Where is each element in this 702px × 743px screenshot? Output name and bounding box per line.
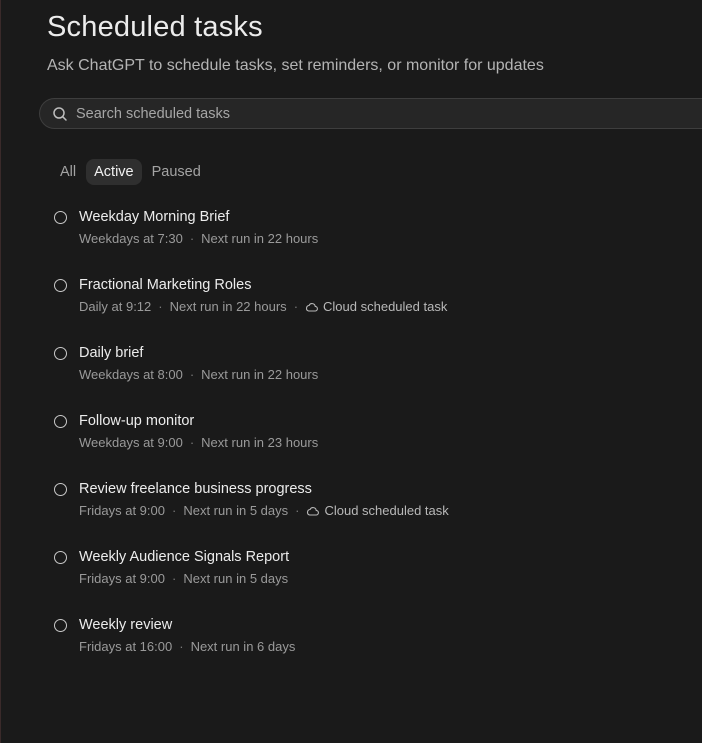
- task-next-run: Next run in 5 days: [183, 571, 289, 586]
- task-status-circle-icon[interactable]: [54, 483, 67, 496]
- task-meta: Daily at 9:12 · Next run in 22 hours · Cloud…: [79, 299, 447, 314]
- meta-separator: ·: [189, 231, 195, 246]
- task-schedule: Weekdays at 7:30: [79, 231, 183, 246]
- meta-separator: ·: [172, 571, 177, 586]
- task-next-run: Next run in 22 hours: [169, 299, 287, 314]
- task-title: Follow-up monitor: [79, 413, 195, 429]
- task-next-run: Next run in 22 hours: [201, 231, 319, 246]
- search-bar[interactable]: [39, 98, 702, 129]
- scheduled-tasks-page: Scheduled tasks Ask ChatGPT to schedule …: [0, 0, 702, 743]
- task-status-circle-icon[interactable]: [54, 279, 67, 292]
- task-row[interactable]: Weekly review Fridays at 16:00 · Next run i…: [53, 616, 693, 684]
- task-status-circle-icon[interactable]: [54, 347, 67, 360]
- cloud-task-badge: Cloud scheduled task: [305, 299, 447, 314]
- task-meta: Weekdays at 8:00 · Next run in 22 hours: [79, 367, 318, 382]
- task-next-run: Next run in 23 hours: [201, 435, 319, 450]
- task-title: Daily brief: [79, 345, 144, 361]
- task-title: Weekday Morning Brief: [79, 209, 230, 225]
- search-input[interactable]: [76, 105, 636, 122]
- cloud-task-badge: Cloud scheduled task: [306, 503, 449, 518]
- task-next-run: Next run in 5 days: [183, 503, 289, 518]
- task-meta: Fridays at 9:00 · Next run in 5 days · Cloud…: [79, 503, 449, 518]
- page-title: Scheduled tasks: [47, 11, 263, 43]
- cloud-task-label: Cloud scheduled task: [323, 299, 448, 314]
- task-row[interactable]: Weekly Audience Signals Report Fridays at…: [53, 548, 693, 616]
- tab-all[interactable]: All: [52, 159, 84, 185]
- task-schedule: Weekdays at 8:00: [79, 367, 183, 382]
- cloud-task-label: Cloud scheduled task: [324, 503, 449, 518]
- page-subtitle: Ask ChatGPT to schedule tasks, set remin…: [47, 57, 544, 74]
- task-status-circle-icon[interactable]: [54, 551, 67, 564]
- task-row[interactable]: Follow-up monitor Weekdays at 9:00 · Next r…: [53, 412, 693, 480]
- task-meta: Weekdays at 9:00 · Next run in 23 hours: [79, 435, 318, 450]
- meta-separator: ·: [295, 503, 300, 518]
- task-meta: Fridays at 9:00 · Next run in 5 days: [79, 571, 288, 586]
- meta-separator: ·: [293, 299, 299, 314]
- task-list: Weekday Morning Brief Weekdays at 7:30 · Ne…: [53, 208, 693, 684]
- filter-tabs: All Active Paused: [52, 159, 211, 185]
- task-next-run: Next run in 6 days: [190, 639, 296, 654]
- cloud-icon: [306, 302, 318, 312]
- search-icon: [53, 106, 67, 121]
- task-status-circle-icon[interactable]: [54, 415, 67, 428]
- task-title: Review freelance business progress: [79, 481, 312, 497]
- task-status-circle-icon[interactable]: [54, 211, 67, 224]
- task-meta: Fridays at 16:00 · Next run in 6 days: [79, 639, 295, 654]
- task-schedule: Fridays at 9:00: [79, 503, 165, 518]
- task-schedule: Fridays at 9:00: [79, 571, 165, 586]
- cloud-icon: [307, 506, 320, 516]
- meta-separator: ·: [179, 639, 184, 654]
- task-schedule: Fridays at 16:00: [79, 639, 173, 654]
- task-next-run: Next run in 22 hours: [201, 367, 319, 382]
- meta-separator: ·: [158, 299, 163, 314]
- task-meta: Weekdays at 7:30 · Next run in 22 hours: [79, 231, 318, 246]
- task-schedule: Weekdays at 9:00: [79, 435, 183, 450]
- meta-separator: ·: [189, 435, 195, 450]
- task-title: Weekly Audience Signals Report: [79, 549, 290, 565]
- task-schedule: Daily at 9:12: [79, 299, 152, 314]
- meta-separator: ·: [189, 367, 195, 382]
- task-row[interactable]: Fractional Marketing Roles Daily at 9:12 ·…: [53, 276, 693, 344]
- task-title: Fractional Marketing Roles: [79, 277, 252, 293]
- task-status-circle-icon[interactable]: [54, 619, 67, 632]
- tab-active[interactable]: Active: [86, 159, 142, 185]
- task-row[interactable]: Weekday Morning Brief Weekdays at 7:30 · Ne…: [53, 208, 693, 276]
- window-edge: [0, 0, 1, 743]
- task-row[interactable]: Review freelance business progress Friday…: [53, 480, 693, 548]
- task-title: Weekly review: [79, 617, 173, 633]
- tab-paused[interactable]: Paused: [144, 159, 209, 185]
- meta-separator: ·: [172, 503, 177, 518]
- task-row[interactable]: Daily brief Weekdays at 8:00 · Next run in …: [53, 344, 693, 412]
